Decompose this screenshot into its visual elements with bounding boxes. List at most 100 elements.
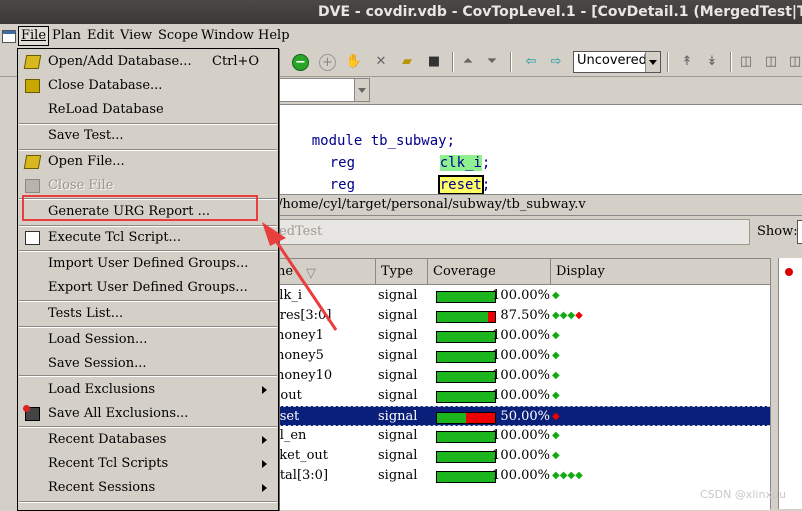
- display-marks: ◆◆◆◆: [552, 470, 583, 481]
- table-row[interactable]: eset signal 50.00% ◆: [272, 406, 770, 426]
- menu-edit[interactable]: Edit: [85, 27, 116, 45]
- display-marks: ◆◆◆◆: [552, 310, 583, 321]
- table-row[interactable]: ares[3:0] signal 87.50% ◆◆◆◆: [272, 306, 770, 326]
- tool-b-icon[interactable]: ◫: [762, 53, 780, 71]
- table-header: ne ▽ Type Coverage Display: [277, 259, 770, 285]
- menu-load-exclusions[interactable]: Load Exclusions: [19, 379, 277, 401]
- zoom-out-icon[interactable]: −: [292, 54, 309, 71]
- collapse-down-icon[interactable]: ⏷: [483, 53, 501, 71]
- submenu-arrow-icon: [262, 386, 267, 394]
- table-row[interactable]: clk_i signal 100.00% ◆: [272, 286, 770, 306]
- tool-c-icon[interactable]: ◫: [786, 53, 802, 71]
- test-filter-input[interactable]: edTest: [278, 219, 750, 245]
- signal-type: signal: [378, 448, 418, 463]
- show-combo[interactable]: [797, 220, 802, 244]
- menu-export-user-groups[interactable]: Export User Defined Groups...: [19, 277, 277, 299]
- col-coverage[interactable]: Coverage: [428, 259, 551, 284]
- open-folder-icon[interactable]: ▰: [398, 53, 416, 71]
- coverage-percent: 100.00%: [492, 388, 550, 403]
- menu-view[interactable]: View: [118, 27, 154, 45]
- status-dot-icon: [785, 268, 793, 276]
- col-display[interactable]: Display: [551, 259, 770, 284]
- coverage-percent: 100.00%: [492, 288, 550, 303]
- prev-arrow-icon[interactable]: ⇦: [522, 53, 540, 71]
- signal-type: signal: [378, 368, 418, 383]
- move-down-icon[interactable]: ↡: [703, 53, 721, 71]
- menu-save-test[interactable]: Save Test...: [19, 125, 277, 147]
- menu-file[interactable]: File: [18, 26, 50, 46]
- menu-open-file[interactable]: Open File...: [19, 151, 277, 173]
- chevron-down-icon[interactable]: [354, 79, 369, 101]
- menu-reload-database[interactable]: ReLoad Database: [19, 99, 277, 121]
- window-title: DVE - covdir.vdb - CovTopLevel.1 - [CovD…: [318, 4, 802, 20]
- signal-type: signal: [378, 308, 418, 323]
- menu-plan[interactable]: Plan: [50, 27, 83, 45]
- hand-icon[interactable]: ✋: [345, 53, 363, 71]
- table-row[interactable]: nout signal 100.00% ◆: [272, 386, 770, 406]
- signal-name: cket_out: [272, 448, 328, 463]
- source-view[interactable]: module tb_subway; reg clk_i; reg reset;: [278, 104, 802, 195]
- file-path-bar: /home/cyl/target/personal/subway/tb_subw…: [278, 194, 802, 216]
- table-row[interactable]: otal[3:0] signal 100.00% ◆◆◆◆: [272, 466, 770, 486]
- display-marks: ◆: [552, 390, 560, 401]
- menu-open-add-database[interactable]: Open/Add Database... Ctrl+O: [19, 51, 277, 73]
- table-row[interactable]: el_en signal 100.00% ◆: [272, 426, 770, 446]
- submenu-arrow-icon: [262, 436, 267, 444]
- zoom-in-icon[interactable]: +: [319, 54, 336, 71]
- table-row[interactable]: cket_out signal 100.00% ◆: [272, 446, 770, 466]
- app-icon[interactable]: [2, 30, 16, 43]
- collapse-up-icon[interactable]: ⏶: [459, 53, 477, 71]
- display-marks: ◆: [552, 330, 560, 341]
- display-marks: ◆: [552, 450, 560, 461]
- signal-type: signal: [378, 468, 418, 483]
- move-up-icon[interactable]: ↟: [678, 53, 696, 71]
- menu-recent-tcl-scripts[interactable]: Recent Tcl Scripts: [19, 453, 277, 475]
- scope-combo[interactable]: [278, 78, 370, 102]
- show-label: Show:: [757, 224, 798, 239]
- folder-icon: [25, 79, 40, 93]
- open-folder-icon: [23, 55, 42, 69]
- signal-type: signal: [378, 388, 418, 403]
- coverage-bar-fill: [437, 413, 466, 423]
- signal-name: otal[3:0]: [272, 468, 329, 483]
- display-marks: ◆: [552, 411, 560, 422]
- signal-name: money10: [272, 368, 333, 383]
- next-arrow-icon[interactable]: ⇨: [547, 53, 565, 71]
- display-marks: ◆: [552, 350, 560, 361]
- signal-type: signal: [378, 348, 418, 363]
- coverage-filter-combo[interactable]: Uncovered: [573, 51, 661, 73]
- menu-import-user-groups[interactable]: Import User Defined Groups...: [19, 253, 277, 275]
- menu-save-all-exclusions[interactable]: Save All Exclusions...: [19, 403, 277, 425]
- menu-load-session[interactable]: Load Session...: [19, 329, 277, 351]
- menu-execute-tcl-script[interactable]: Execute Tcl Script...: [19, 227, 277, 249]
- menu-tests-list[interactable]: Tests List...: [19, 303, 277, 325]
- table-row[interactable]: money10 signal 100.00% ◆: [272, 366, 770, 386]
- coverage-percent: 100.00%: [492, 368, 550, 383]
- chevron-down-icon[interactable]: [645, 52, 660, 72]
- tool-a-icon[interactable]: ◫: [737, 53, 755, 71]
- signal-reset[interactable]: reset: [437, 175, 484, 195]
- delete-icon[interactable]: ✕: [372, 53, 390, 71]
- signal-name: money5: [272, 348, 324, 363]
- signal-type: signal: [378, 409, 418, 424]
- folder-icon: [25, 179, 40, 193]
- col-name[interactable]: ne ▽: [272, 259, 376, 284]
- menu-recent-sessions[interactable]: Recent Sessions: [19, 477, 277, 499]
- menu-bar: File Plan Edit View Scope Window Help: [0, 24, 802, 49]
- display-marks: ◆: [552, 290, 560, 301]
- coverage-percent: 100.00%: [492, 448, 550, 463]
- menu-recent-databases[interactable]: Recent Databases: [19, 429, 277, 451]
- table-row[interactable]: money5 signal 100.00% ◆: [272, 346, 770, 366]
- sort-icon[interactable]: ▽: [306, 261, 316, 287]
- coverage-percent: 100.00%: [492, 428, 550, 443]
- menu-scope[interactable]: Scope: [156, 27, 200, 45]
- menu-window[interactable]: Window: [199, 27, 256, 45]
- col-type[interactable]: Type: [376, 259, 428, 284]
- menu-save-session[interactable]: Save Session...: [19, 353, 277, 375]
- menu-close-database[interactable]: Close Database...: [19, 75, 277, 97]
- annotation-highlight-box: [22, 195, 258, 221]
- table-row[interactable]: money1 signal 100.00% ◆: [272, 326, 770, 346]
- save-icon[interactable]: ■: [425, 53, 443, 71]
- coverage-percent: 100.00%: [492, 468, 550, 483]
- menu-help[interactable]: Help: [256, 27, 292, 45]
